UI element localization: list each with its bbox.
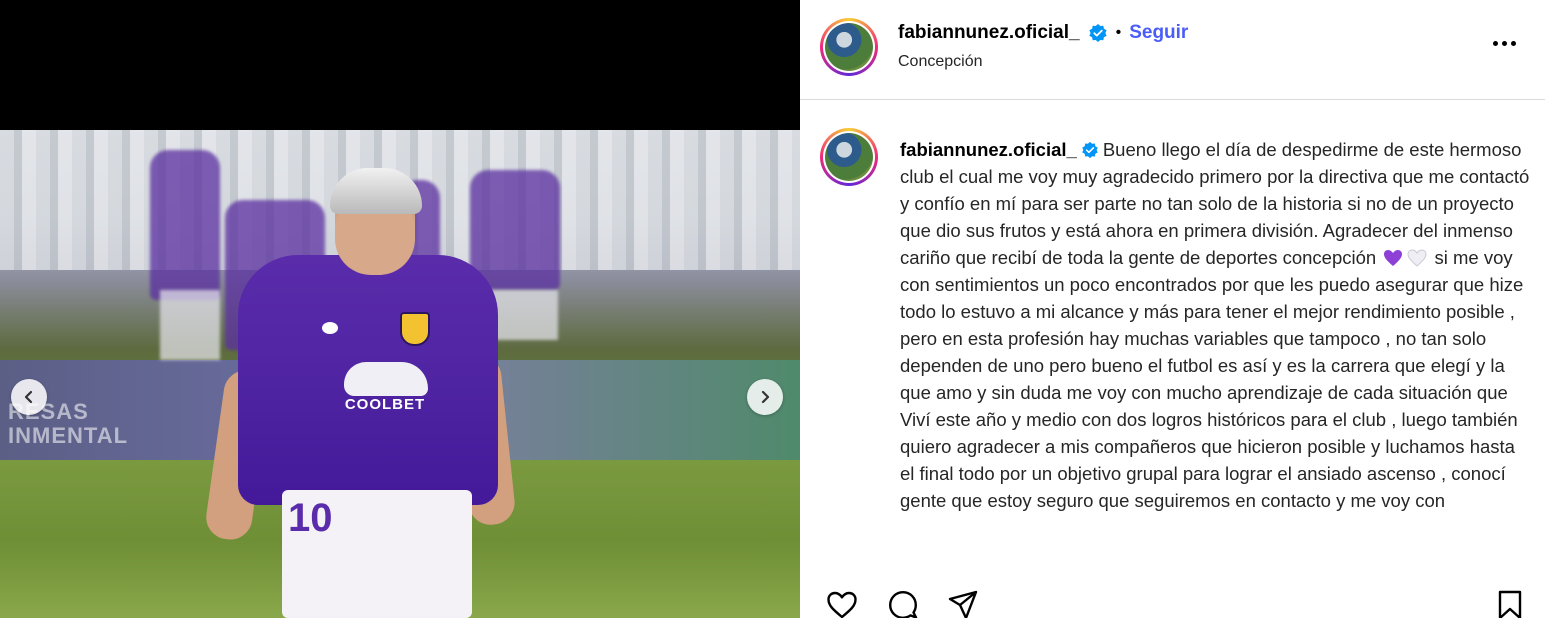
shirt-sponsor: COOLBET	[344, 396, 426, 413]
verified-badge-icon	[1082, 141, 1098, 159]
previous-image-button[interactable]	[11, 379, 47, 415]
chevron-right-icon	[761, 390, 770, 404]
next-image-button[interactable]	[747, 379, 783, 415]
header-user-row: fabiannunez.oficial_ • Seguir	[898, 22, 1188, 44]
like-button[interactable]	[825, 588, 859, 618]
background-player	[470, 170, 560, 290]
caption-avatar[interactable]	[820, 128, 878, 186]
kit-brand-logo	[316, 322, 344, 342]
caption-body-part2: si me voy con sentimientos un poco encon…	[900, 247, 1524, 511]
shorts-number: 10	[288, 496, 333, 540]
separator-dot: •	[1115, 24, 1122, 41]
follow-button[interactable]: Seguir	[1129, 22, 1188, 44]
background-player	[150, 150, 220, 300]
post-photo: RESAS INMENTAL COOLBET 10	[0, 130, 800, 618]
post-media: RESAS INMENTAL COOLBET 10	[0, 0, 800, 618]
post-header: fabiannunez.oficial_ • Seguir Concepción	[800, 0, 1545, 100]
avatar[interactable]	[820, 18, 878, 76]
club-crest	[400, 312, 430, 346]
purple-heart-icon	[1384, 250, 1403, 266]
more-options-icon	[1493, 40, 1498, 46]
post-actions	[800, 582, 1545, 618]
avatar-image	[825, 23, 873, 71]
caption-block: fabiannunez.oficial_ Bueno llego el día …	[800, 128, 1545, 568]
caption-text: fabiannunez.oficial_ Bueno llego el día …	[900, 136, 1530, 514]
verified-badge-icon	[1088, 24, 1107, 42]
more-options-button[interactable]	[1493, 33, 1523, 53]
caption-username-link[interactable]: fabiannunez.oficial_	[900, 139, 1077, 160]
heart-icon	[827, 591, 857, 618]
sponsor-bear-logo	[344, 362, 428, 396]
bookmark-icon	[1498, 590, 1522, 618]
share-button[interactable]	[946, 588, 980, 618]
username-link[interactable]: fabiannunez.oficial_	[898, 22, 1080, 44]
share-icon	[948, 590, 978, 618]
white-heart-icon	[1407, 249, 1427, 267]
save-button[interactable]	[1493, 588, 1527, 618]
avatar-image	[825, 133, 873, 181]
comment-button[interactable]	[886, 588, 920, 618]
post-side-panel: fabiannunez.oficial_ • Seguir Concepción…	[800, 0, 1545, 618]
comment-icon	[889, 591, 918, 618]
chevron-left-icon	[24, 390, 33, 404]
background-player-shorts	[160, 290, 220, 360]
location-link[interactable]: Concepción	[898, 53, 983, 71]
player-shorts: 10	[282, 490, 472, 618]
